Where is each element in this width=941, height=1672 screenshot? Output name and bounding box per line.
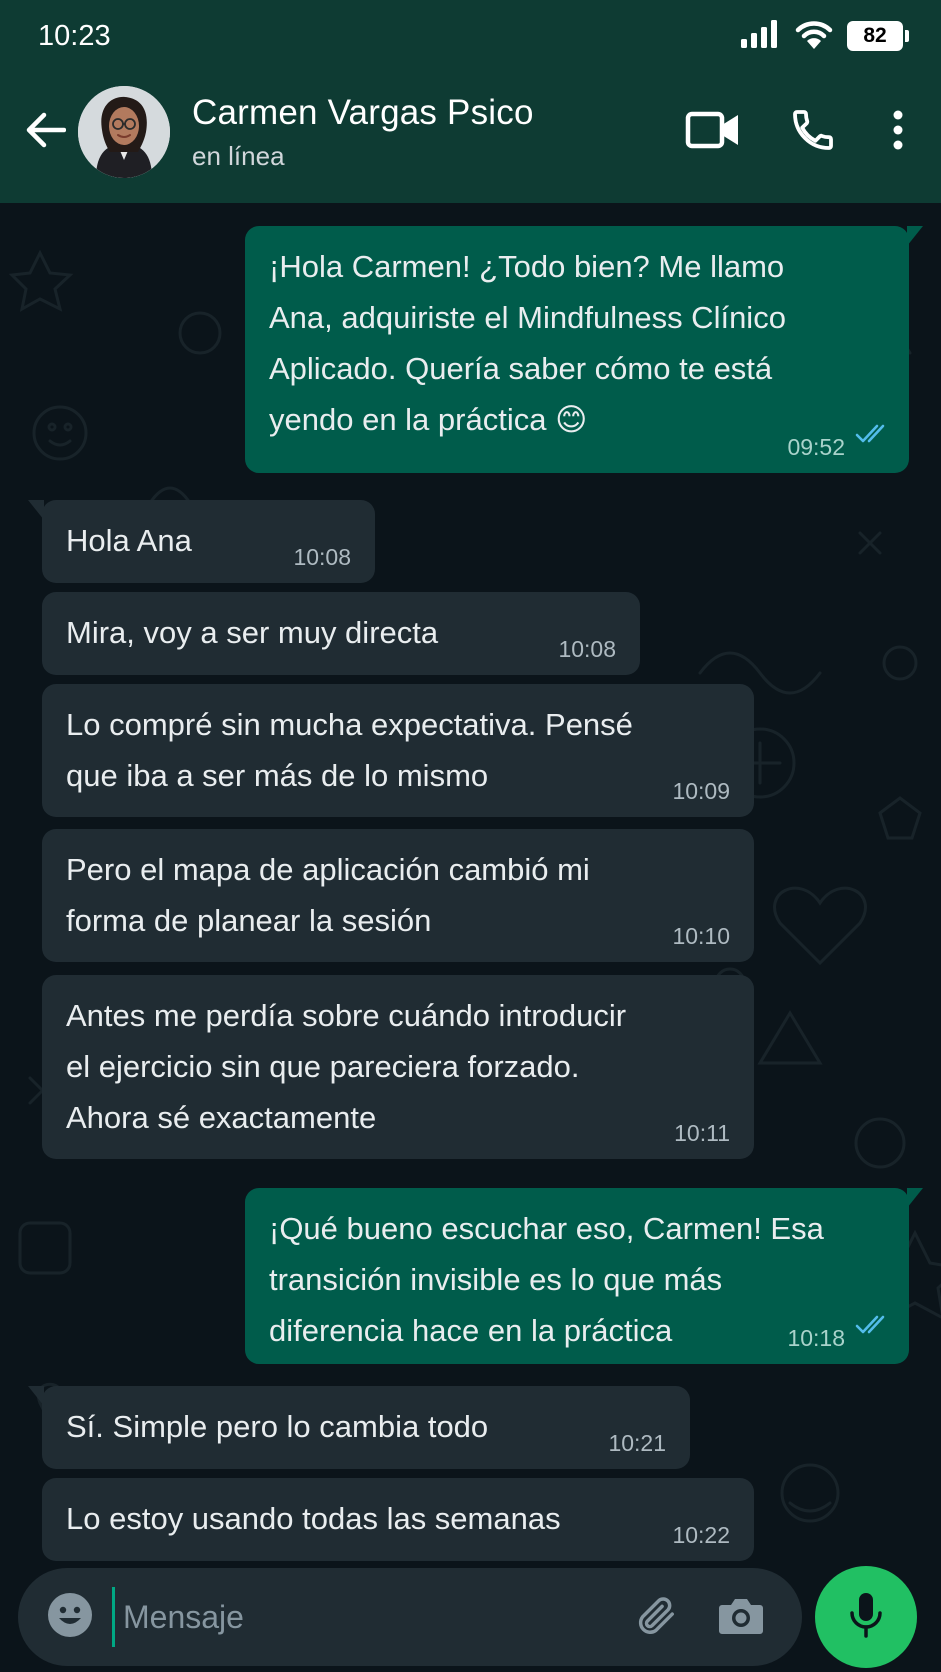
contact-name: Carmen Vargas Psico	[192, 92, 534, 132]
phone-icon	[789, 106, 837, 159]
message-text: Mira, voy a ser muy directa	[66, 615, 439, 650]
header-actions	[663, 92, 941, 172]
voice-message-button[interactable]	[815, 1566, 917, 1668]
chat-topbar: Carmen Vargas Psico en línea	[0, 78, 941, 186]
message-time: 10:21	[608, 1430, 666, 1456]
bubble-tail	[907, 226, 923, 246]
microphone-icon	[849, 1591, 883, 1644]
message-time: 10:09	[672, 778, 730, 804]
read-ticks-icon	[855, 1301, 891, 1352]
voice-call-button[interactable]	[763, 92, 863, 172]
message-bubble-incoming[interactable]: Pero el mapa de aplicación cambió mi for…	[42, 829, 754, 962]
status-time: 10:23	[38, 19, 111, 52]
avatar[interactable]	[78, 86, 170, 178]
wifi-icon	[795, 19, 833, 54]
message-bubble-outgoing[interactable]: ¡Qué bueno escuchar eso, Carmen! Esa tra…	[245, 1188, 923, 1364]
emoji-button[interactable]	[18, 1568, 112, 1666]
read-ticks-icon	[855, 410, 891, 461]
signal-icon	[741, 19, 781, 53]
more-options-icon	[892, 110, 904, 155]
bubble-tail	[28, 1386, 44, 1406]
attach-button[interactable]	[612, 1568, 698, 1666]
message-bubble-incoming[interactable]: Mira, voy a ser muy directa 10:08	[42, 592, 640, 675]
message-text: Lo compré sin mucha expectativa. Pensé q…	[66, 707, 633, 793]
message-text: Lo estoy usando todas las semanas	[66, 1501, 561, 1536]
message-text: Sí. Simple pero lo cambia todo	[66, 1409, 489, 1444]
message-bubble-incoming[interactable]: Antes me perdía sobre cuándo introducir …	[42, 975, 754, 1159]
bubble-tail	[28, 500, 44, 520]
attach-icon	[632, 1592, 678, 1643]
bubble-tail	[907, 1188, 923, 1208]
message-time: 10:11	[674, 1120, 730, 1146]
contact-status: en línea	[192, 140, 285, 171]
message-composer	[18, 1568, 802, 1666]
back-button[interactable]	[0, 92, 78, 172]
video-call-icon	[685, 110, 741, 155]
message-bubble-incoming[interactable]: Sí. Simple pero lo cambia todo 10:21	[28, 1386, 690, 1469]
message-input[interactable]	[112, 1587, 612, 1647]
contact-info[interactable]: Carmen Vargas Psico en línea	[192, 93, 534, 172]
chat-area[interactable]: ¡Hola Carmen! ¿Todo bien? Me llamo Ana, …	[0, 203, 941, 1563]
message-bubble-incoming[interactable]: Hola Ana 10:08	[28, 500, 375, 583]
video-call-button[interactable]	[663, 92, 763, 172]
message-time: 09:52	[787, 434, 845, 460]
message-time: 10:22	[672, 1522, 730, 1548]
message-bubble-incoming[interactable]: Lo estoy usando todas las semanas 10:22	[42, 1478, 754, 1561]
more-options-button[interactable]	[863, 92, 933, 172]
camera-icon	[718, 1595, 764, 1640]
message-text: Antes me perdía sobre cuándo introducir …	[66, 998, 627, 1135]
message-bubble-incoming[interactable]: Lo compré sin mucha expectativa. Pensé q…	[42, 684, 754, 817]
chat-header: 10:23 82 Carmen Vargas Psico en línea	[0, 0, 941, 203]
status-icons: 82	[741, 19, 909, 54]
camera-button[interactable]	[698, 1568, 784, 1666]
message-text: Pero el mapa de aplicación cambió mi for…	[66, 852, 590, 938]
message-time: 10:08	[293, 544, 351, 570]
message-time: 10:10	[672, 923, 730, 949]
emoji-icon	[47, 1592, 93, 1643]
status-bar: 10:23 82	[0, 0, 941, 72]
message-time: 10:18	[787, 1325, 845, 1351]
back-arrow-icon	[26, 112, 67, 153]
message-time: 10:08	[558, 636, 616, 662]
message-text: ¡Hola Carmen! ¿Todo bien? Me llamo Ana, …	[269, 249, 786, 437]
message-bubble-outgoing[interactable]: ¡Hola Carmen! ¿Todo bien? Me llamo Ana, …	[245, 226, 923, 473]
battery-icon: 82	[847, 21, 909, 51]
